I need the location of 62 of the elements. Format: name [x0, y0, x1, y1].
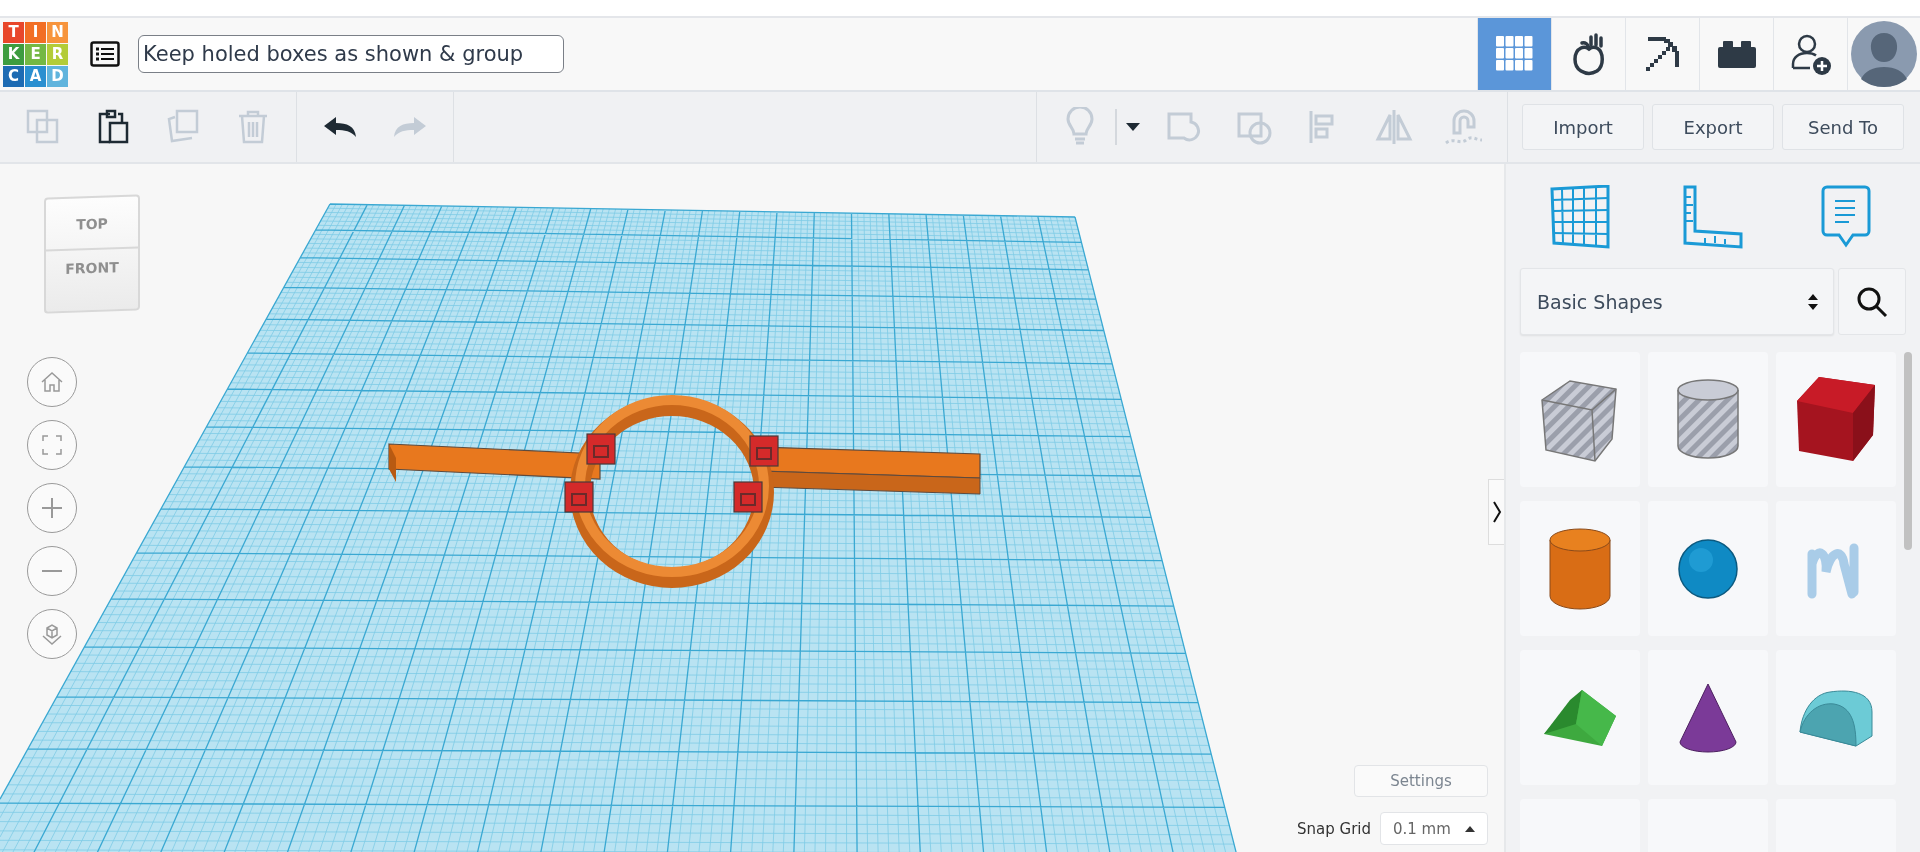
- copy-icon: [26, 109, 60, 145]
- home-icon: [40, 370, 64, 394]
- striped-cylinder-icon: [1675, 377, 1741, 462]
- scrollbar-thumb[interactable]: [1904, 352, 1912, 550]
- redo-arrow-icon: [393, 115, 427, 139]
- logo-letter: N: [47, 21, 68, 43]
- cylinder-icon: [1548, 526, 1612, 611]
- delete-icon: [236, 109, 270, 145]
- home-view-button[interactable]: [27, 357, 77, 407]
- logo-letter: R: [47, 43, 68, 65]
- mirror-icon: [1374, 107, 1414, 147]
- grid-plane-icon: [1550, 185, 1611, 249]
- logo-letter: E: [25, 43, 46, 65]
- paste-icon: [96, 109, 130, 145]
- zoom-in-view-button[interactable]: [27, 483, 77, 533]
- logo-icon[interactable]: T I N K E R C A D: [3, 21, 68, 87]
- sphere-icon: [1677, 537, 1739, 600]
- logo-letter: A: [25, 65, 46, 87]
- caret-icon: [1125, 122, 1141, 132]
- logo-letter: T: [3, 21, 24, 43]
- user-avatar[interactable]: [1847, 18, 1920, 90]
- logo-letter: D: [47, 65, 68, 87]
- grid-icon: [1495, 36, 1534, 72]
- action-button[interactable]: Import: [1522, 104, 1644, 150]
- logo-letter: I: [25, 21, 46, 43]
- shape-card[interactable]: [1648, 650, 1768, 785]
- roof-icon: [1542, 687, 1618, 748]
- cube-face-label: FRONT: [46, 246, 138, 278]
- speech-bubble-icon: [1820, 185, 1871, 249]
- snap-grid-label: Snap Grid: [1297, 819, 1371, 838]
- chevron-right-icon: [1491, 500, 1502, 524]
- magnet-icon: [1444, 107, 1484, 147]
- logo-letter: C: [3, 65, 24, 87]
- action-button[interactable]: Export: [1652, 104, 1774, 150]
- add-user-icon: [1789, 32, 1832, 76]
- design-title-field[interactable]: Keep holed boxes as shown & group: [138, 35, 564, 73]
- shape-card[interactable]: [1520, 650, 1640, 785]
- snap-grid-select[interactable]: 0.1 mm: [1380, 812, 1488, 845]
- cube-icon: [40, 622, 64, 646]
- shape-library-select[interactable]: Basic Shapes: [1520, 268, 1834, 335]
- fit-view-icon: [40, 433, 64, 457]
- plus-icon: [40, 496, 64, 520]
- cube-face-label: TOP: [75, 214, 109, 234]
- settings-button[interactable]: Settings: [1354, 765, 1488, 797]
- shape-card[interactable]: [1776, 352, 1896, 487]
- brick-icon: [1716, 39, 1757, 69]
- person-silhouette-icon: [1851, 21, 1917, 87]
- logo-letter: K: [3, 43, 24, 65]
- undo-arrow-icon: [323, 115, 357, 139]
- action-button[interactable]: Send To: [1782, 104, 1904, 150]
- collapse-panel-button[interactable]: [1488, 479, 1504, 545]
- duplicate-icon: [166, 109, 200, 145]
- cone-icon: [1678, 681, 1738, 754]
- fit-view-button[interactable]: [27, 420, 77, 470]
- list-icon: [90, 41, 120, 67]
- caret-up-icon: [1465, 825, 1475, 832]
- perspective-view-button[interactable]: [27, 609, 77, 659]
- zoom-out-view-button[interactable]: [27, 546, 77, 596]
- minus-icon: [40, 569, 64, 573]
- search-button[interactable]: [1838, 268, 1906, 335]
- search-icon: [1856, 285, 1888, 318]
- ruler-icon: [1683, 185, 1743, 249]
